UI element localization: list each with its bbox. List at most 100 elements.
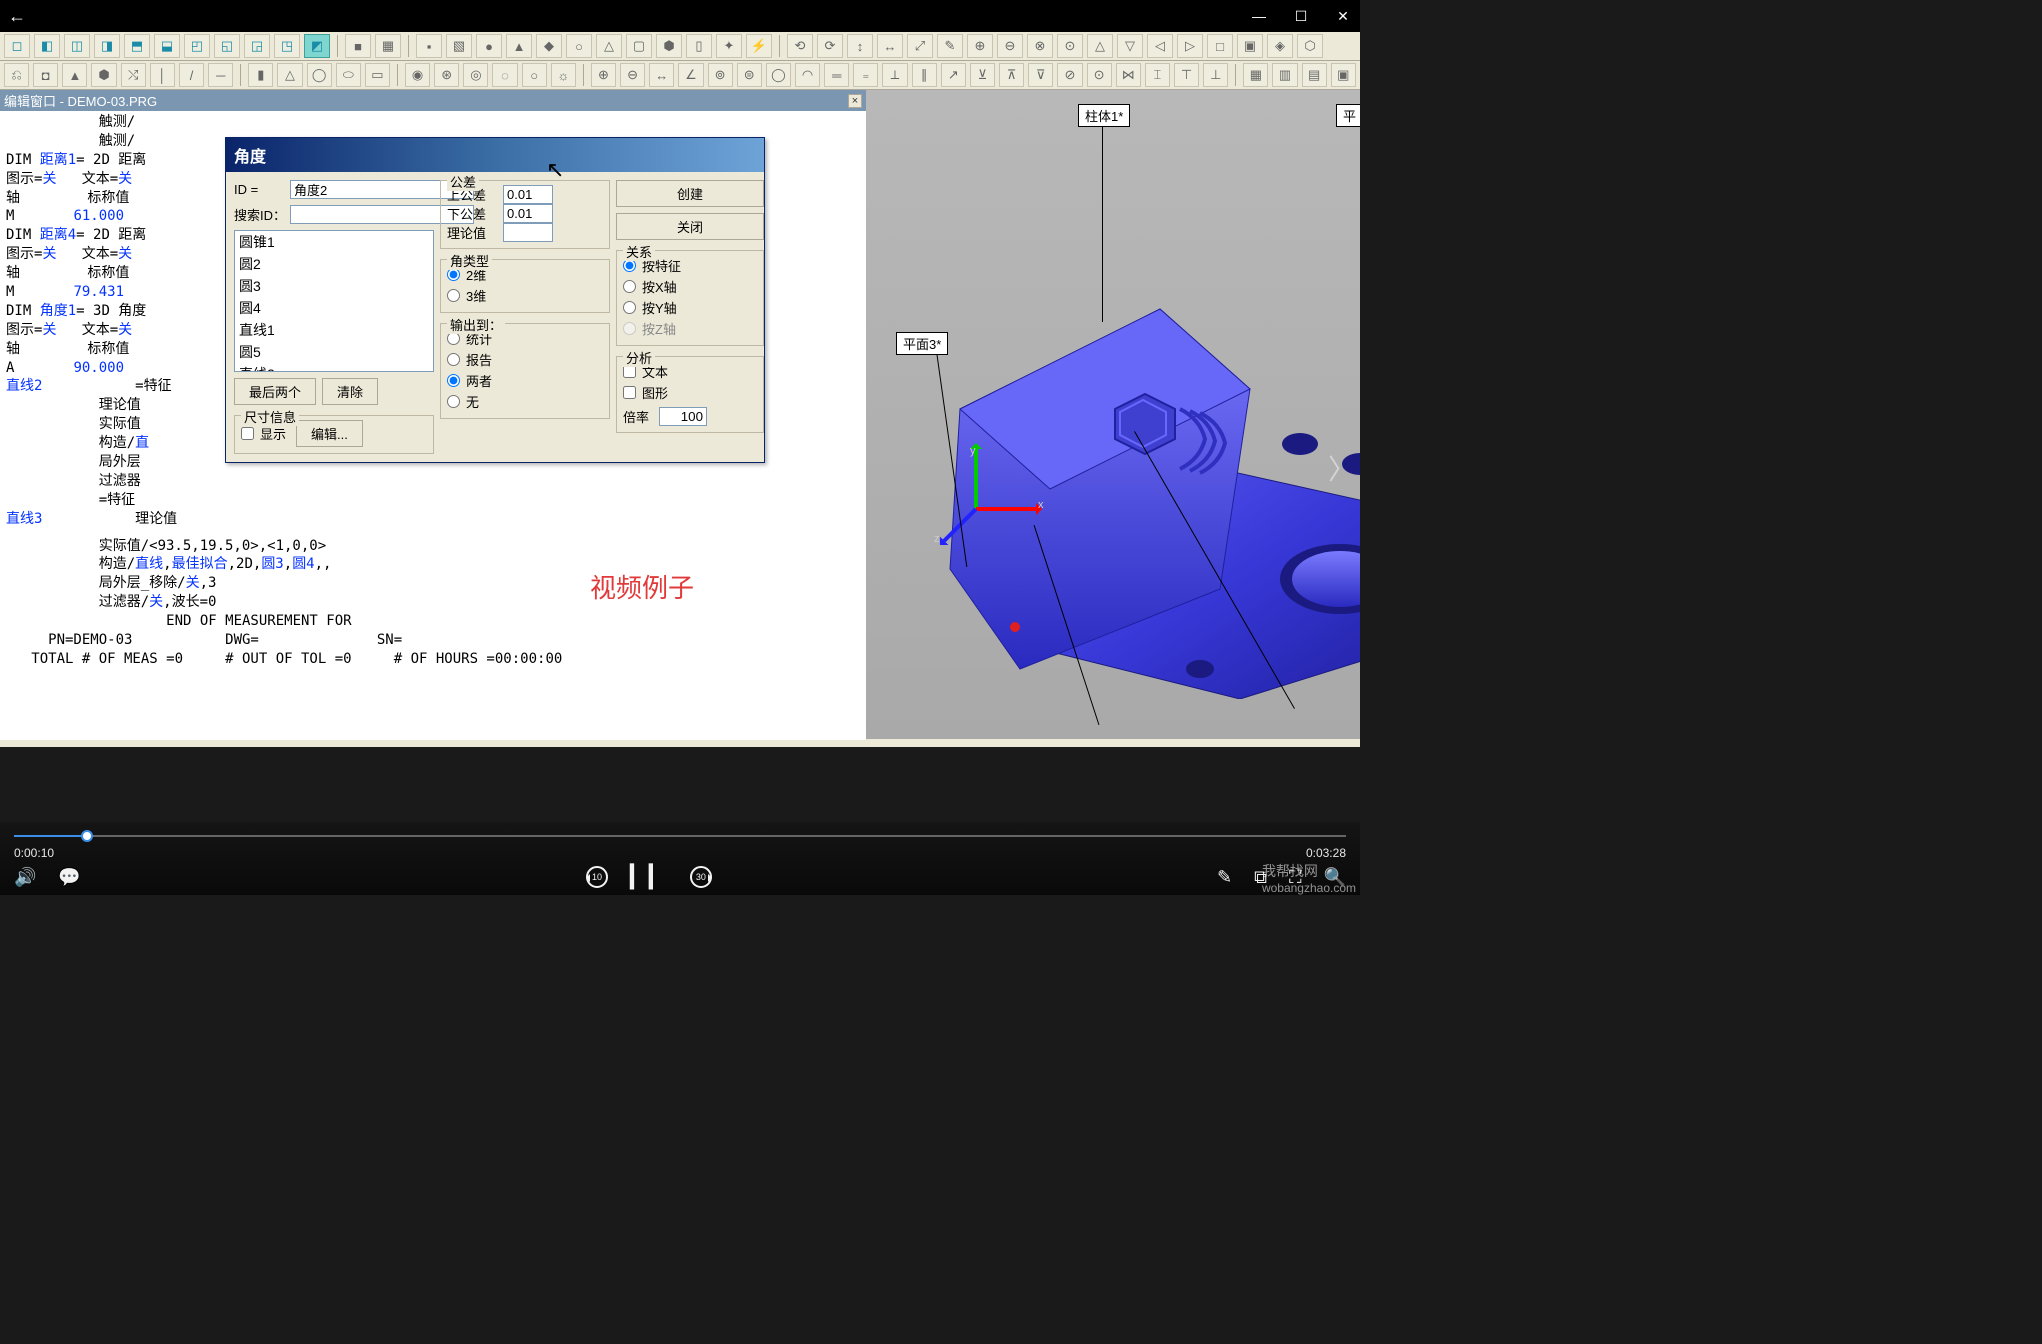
list-item[interactable]: 圆4 — [235, 297, 433, 319]
lower-tol-input[interactable] — [503, 204, 553, 223]
tool-icon[interactable]: ⊗ — [1027, 34, 1053, 58]
tool-icon[interactable]: ▷ — [1177, 34, 1203, 58]
tool-icon[interactable]: ↔ — [877, 34, 903, 58]
tool-icon[interactable]: ⤢ — [907, 34, 933, 58]
by-x-radio[interactable] — [623, 280, 636, 293]
tool-icon[interactable]: ▽ — [1117, 34, 1143, 58]
tool-icon[interactable]: ◆ — [536, 34, 562, 58]
tool-icon[interactable]: ⊕ — [591, 63, 616, 87]
tool-icon[interactable]: ▯ — [686, 34, 712, 58]
cube-icon[interactable]: ◱ — [214, 34, 240, 58]
tool-icon[interactable]: ⟂ — [882, 63, 907, 87]
tool-icon[interactable]: ⌶ — [1145, 63, 1170, 87]
tool-icon[interactable]: ⊖ — [620, 63, 645, 87]
render-solid-icon[interactable]: ■ — [345, 34, 371, 58]
upper-tol-input[interactable] — [503, 185, 553, 204]
tool-icon[interactable]: ▪ — [416, 34, 442, 58]
tool-icon[interactable]: △ — [277, 63, 302, 87]
tool-icon[interactable]: ● — [476, 34, 502, 58]
prev-arrow[interactable]: 〈 — [4, 448, 32, 488]
out-both-radio[interactable] — [447, 374, 460, 387]
tool-icon[interactable]: ⤭ — [121, 63, 146, 87]
pause-button[interactable]: ▎▎ — [630, 864, 668, 890]
tool-icon[interactable]: / — [179, 63, 204, 87]
tool-icon[interactable]: ⊻ — [970, 63, 995, 87]
tool-icon[interactable]: ✎ — [937, 34, 963, 58]
cube-icon[interactable]: ◲ — [244, 34, 270, 58]
tool-icon[interactable]: △ — [1087, 34, 1113, 58]
tool-icon[interactable]: ▲ — [62, 63, 87, 87]
tool-icon[interactable]: ◌ — [492, 63, 517, 87]
tool-icon[interactable]: ◈ — [1267, 34, 1293, 58]
tool-icon[interactable]: ⊼ — [999, 63, 1024, 87]
cube-icon[interactable]: ◧ — [34, 34, 60, 58]
tool-icon[interactable]: ◯ — [766, 63, 791, 87]
tool-icon[interactable]: ▣ — [1237, 34, 1263, 58]
tool-icon[interactable]: ⬭ — [336, 63, 361, 87]
tool-icon[interactable]: ✦ — [716, 34, 742, 58]
edit-button[interactable]: 编辑... — [296, 420, 363, 447]
tool-icon[interactable]: ▢ — [626, 34, 652, 58]
tool-icon[interactable]: ⊚ — [708, 63, 733, 87]
tool-icon[interactable]: ⊛ — [434, 63, 459, 87]
tool-icon[interactable]: ▥ — [1272, 63, 1297, 87]
tool-icon[interactable]: ⚡ — [746, 34, 772, 58]
cube-icon[interactable]: ◰ — [184, 34, 210, 58]
tool-icon[interactable]: ⊘ — [1057, 63, 1082, 87]
graph-checkbox[interactable] — [623, 386, 636, 399]
back-button[interactable]: ← — [8, 6, 26, 27]
tool-icon[interactable]: ⊤ — [1174, 63, 1199, 87]
tool-icon[interactable]: ◉ — [405, 63, 430, 87]
mag-input[interactable] — [659, 407, 707, 426]
list-item[interactable]: 直线2 — [235, 363, 433, 372]
cube-icon[interactable]: ◳ — [274, 34, 300, 58]
tool-icon[interactable]: ∥ — [912, 63, 937, 87]
tool-icon[interactable]: ▧ — [446, 34, 472, 58]
close-button[interactable]: ✕ — [1334, 8, 1352, 25]
cube-icon[interactable]: ⬒ — [124, 34, 150, 58]
tool-icon[interactable]: │ — [150, 63, 175, 87]
tool-icon[interactable]: ◁ — [1147, 34, 1173, 58]
tool-icon[interactable]: ◠ — [795, 63, 820, 87]
cube-icon[interactable]: ◨ — [94, 34, 120, 58]
tool-icon[interactable]: ⊜ — [737, 63, 762, 87]
render-grid-icon[interactable]: ▦ — [375, 34, 401, 58]
list-item[interactable]: 圆3 — [235, 275, 433, 297]
tool-icon[interactable]: ═ — [824, 63, 849, 87]
tool-icon[interactable]: ↔ — [649, 63, 674, 87]
tool-icon[interactable]: ⊙ — [1057, 34, 1083, 58]
dialog-title[interactable]: 角度 — [226, 138, 764, 172]
type-3d-radio[interactable] — [447, 289, 460, 302]
editor-close-icon[interactable]: × — [848, 94, 862, 108]
cube-icon[interactable]: ◫ — [64, 34, 90, 58]
tool-icon[interactable]: ○ — [566, 34, 592, 58]
tool-icon[interactable]: ▣ — [1331, 63, 1356, 87]
viewport-3d[interactable]: 柱体1* 平 平面3* — [866, 90, 1360, 739]
tool-icon[interactable]: ─ — [208, 63, 233, 87]
out-none-radio[interactable] — [447, 395, 460, 408]
tool-icon[interactable]: ⟳ — [817, 34, 843, 58]
skip-back-button[interactable]: 10 — [586, 866, 608, 888]
subtitle-icon[interactable]: 💬 — [58, 867, 80, 888]
list-item[interactable]: 直线1 — [235, 319, 433, 341]
edit-icon[interactable]: ✎ — [1217, 867, 1232, 888]
by-y-radio[interactable] — [623, 301, 636, 314]
tool-icon[interactable]: ⎌ — [4, 63, 29, 87]
tool-icon[interactable]: ⬢ — [91, 63, 116, 87]
seek-bar[interactable] — [14, 828, 1346, 844]
tool-icon[interactable]: ▤ — [1302, 63, 1327, 87]
tool-icon[interactable]: ₌ — [853, 63, 878, 87]
tool-icon[interactable]: ∠ — [678, 63, 703, 87]
out-report-radio[interactable] — [447, 353, 460, 366]
list-item[interactable]: 圆2 — [235, 253, 433, 275]
tool-icon[interactable]: ⊖ — [997, 34, 1023, 58]
cube-iso-icon[interactable]: ◩ — [304, 34, 330, 58]
tool-icon[interactable]: ⬡ — [1297, 34, 1323, 58]
list-item[interactable]: 圆锥1 — [235, 231, 433, 253]
tool-icon[interactable]: ⬢ — [656, 34, 682, 58]
skip-forward-button[interactable]: 30 — [690, 866, 712, 888]
tool-icon[interactable]: ○ — [522, 63, 547, 87]
theory-input[interactable] — [503, 223, 553, 242]
tool-icon[interactable]: ▮ — [248, 63, 273, 87]
tool-icon[interactable]: ⊙ — [1087, 63, 1112, 87]
